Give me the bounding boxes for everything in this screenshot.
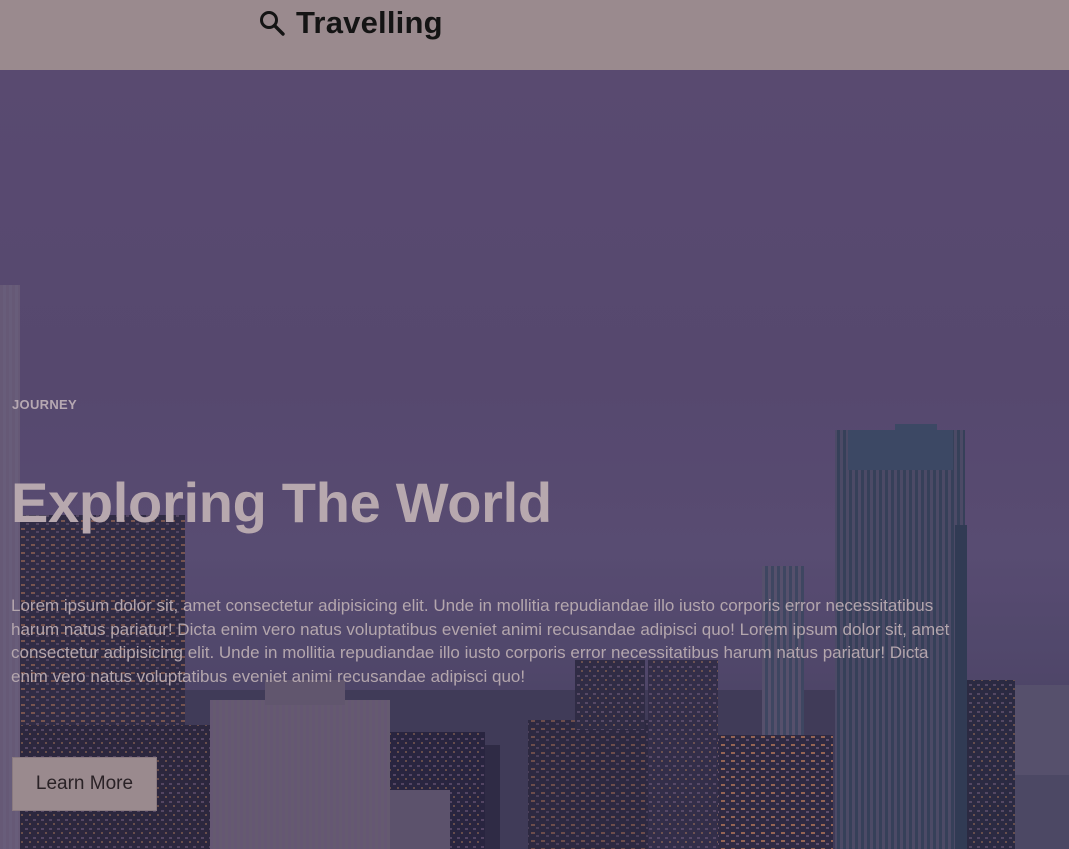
top-navbar: Travelling (0, 0, 1069, 70)
hero-description: Lorem ipsum dolor sit, amet consectetur … (11, 596, 950, 686)
brand[interactable]: Travelling (258, 3, 443, 43)
hero-section: JOURNEY Exploring The World Lorem ipsum … (0, 70, 1069, 849)
page: Travelling JOURNEY Exploring The World L… (0, 0, 1069, 849)
learn-more-button[interactable]: Learn More (12, 757, 157, 811)
hero-title: Exploring The World (11, 471, 552, 534)
hero-eyebrow: JOURNEY (12, 397, 77, 412)
search-icon[interactable] (258, 9, 286, 37)
hero-content: JOURNEY Exploring The World Lorem ipsum … (0, 70, 1069, 849)
brand-title[interactable]: Travelling (296, 5, 443, 41)
